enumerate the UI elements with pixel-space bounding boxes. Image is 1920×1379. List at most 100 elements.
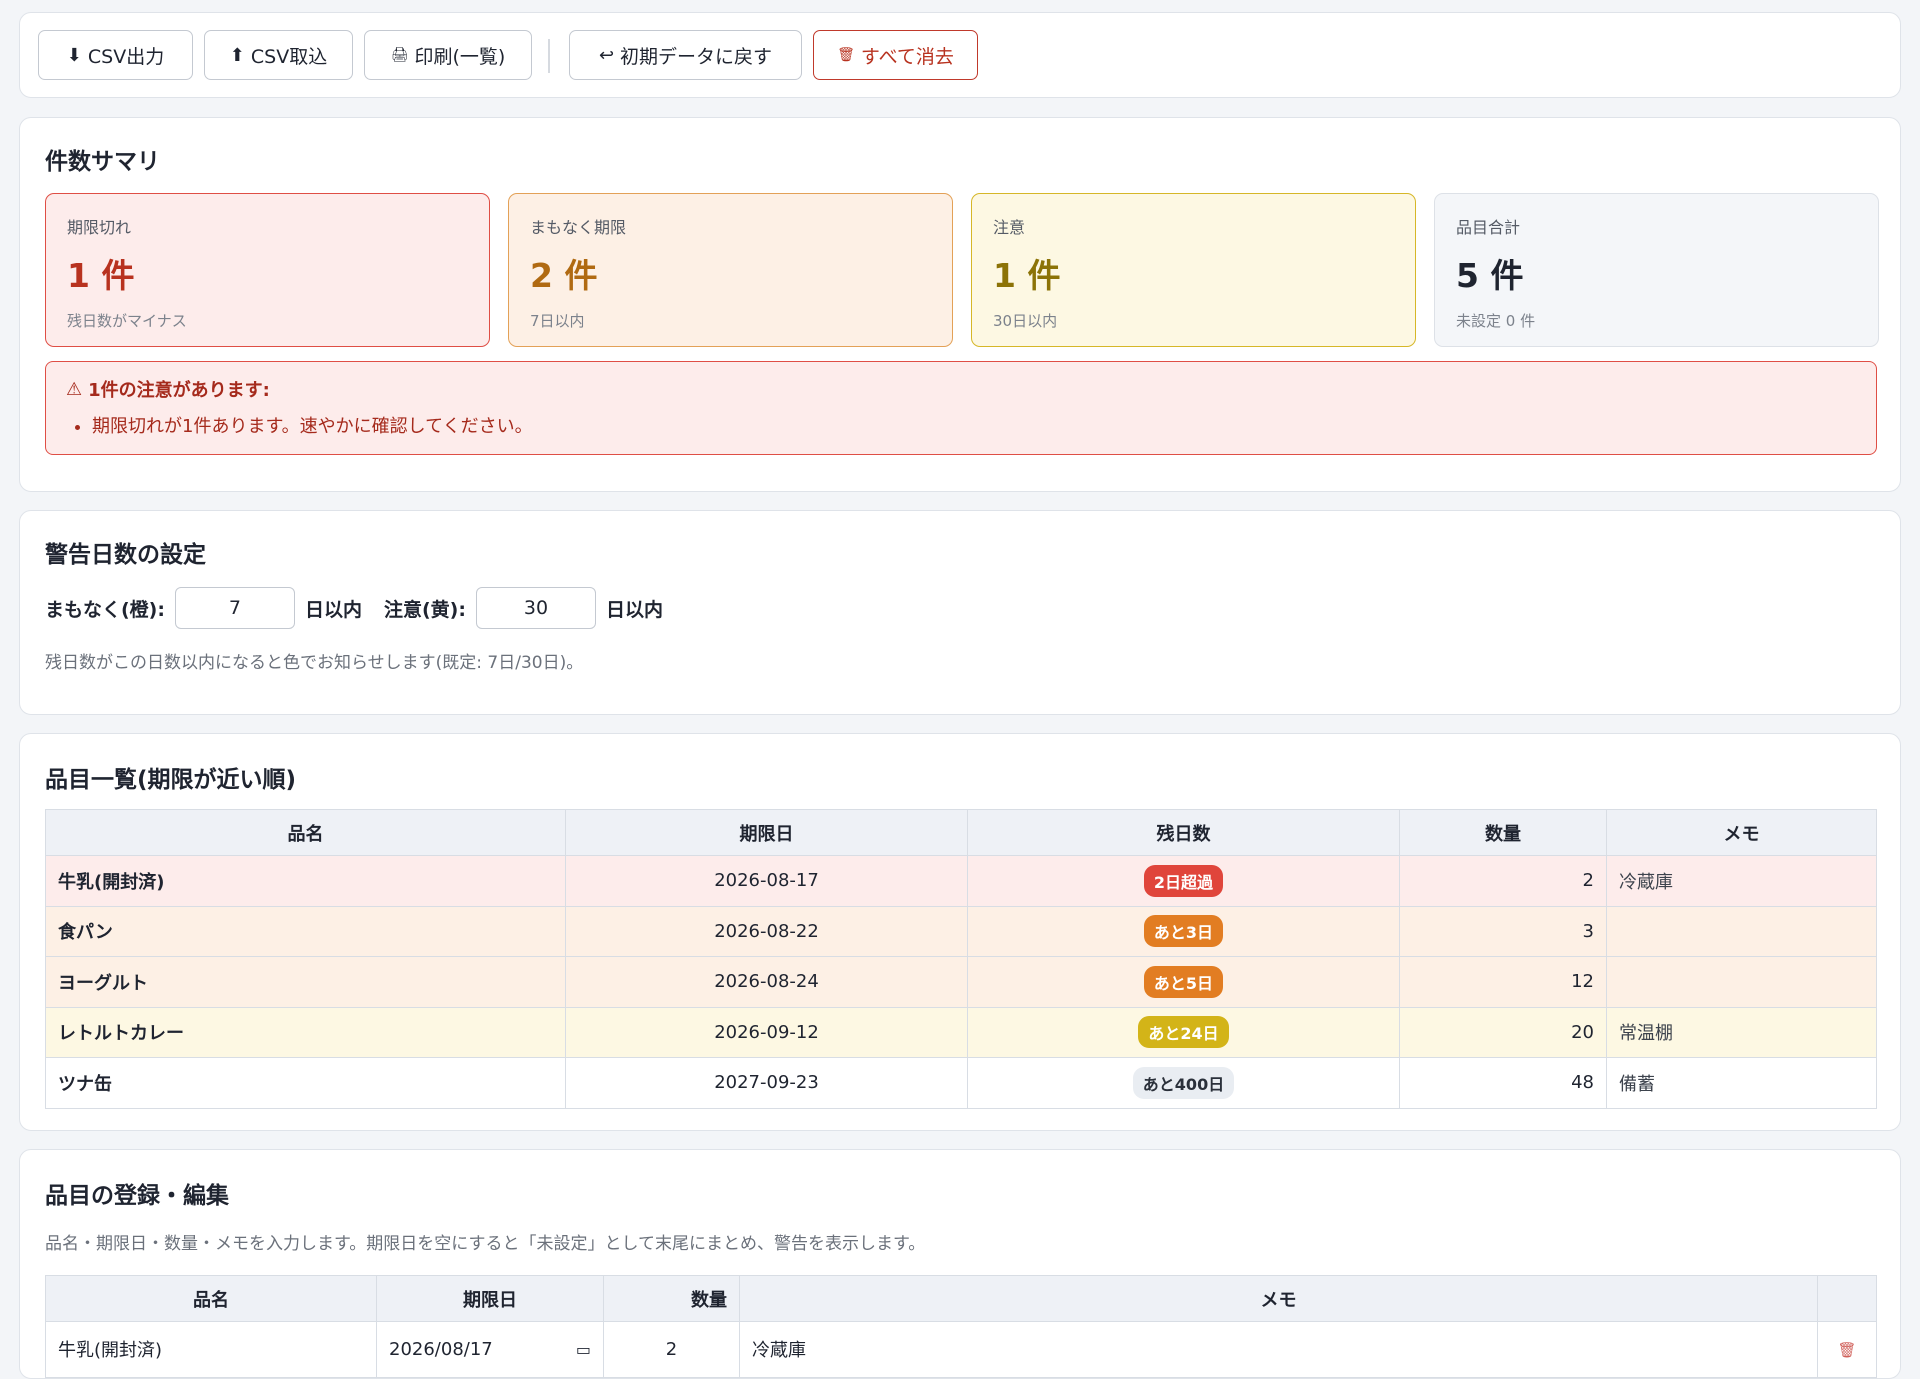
cell-name: ツナ缶 <box>45 1057 566 1109</box>
caution-threshold-input[interactable] <box>475 587 596 629</box>
status-badge: 2日超過 <box>1143 864 1224 897</box>
table-row[interactable]: レトルトカレー 2026-09-12 あと24日 20 常温棚 <box>45 1006 1877 1058</box>
cell-remain: あと3日 <box>967 905 1400 957</box>
undo-icon: ↩ <box>598 44 615 66</box>
reset-data-label: 初期データに戻す <box>620 45 773 68</box>
stat-expired: 期限切れ 1 件 残日数がマイナス <box>45 193 490 347</box>
stat-total-value: 5 件 <box>1456 256 1524 295</box>
table-row[interactable]: ヨーグルト 2026-08-24 あと5日 12 <box>45 956 1877 1008</box>
col-header-qty[interactable]: 数量 <box>1399 809 1607 856</box>
cell-memo <box>1606 956 1877 1008</box>
edit-col-date: 期限日 <box>376 1275 604 1322</box>
cell-memo <box>1606 905 1877 957</box>
trash-icon: 🗑 <box>837 47 855 63</box>
table-header-row: 品名 期限日 残日数 数量 メモ <box>45 809 1877 856</box>
summary-panel: 件数サマリ 期限切れ 1 件 残日数がマイナス まもなく期限 2 件 7日以内 … <box>19 117 1901 492</box>
table-row[interactable]: ツナ缶 2027-09-23 あと400日 48 備蓄 <box>45 1057 1877 1109</box>
edit-row: ▭ 🗑 <box>45 1321 1877 1378</box>
edit-memo-input[interactable] <box>752 1338 1805 1360</box>
edit-col-name: 品名 <box>45 1275 377 1322</box>
cell-date: 2026-09-12 <box>565 1006 968 1058</box>
edit-cell-actions: 🗑 <box>1817 1321 1877 1378</box>
edit-cell-name <box>45 1321 377 1378</box>
settings-panel: 警告日数の設定 まもなく(橙): 日以内 注意(黄): 日以内 残日数がこの日数… <box>19 510 1901 715</box>
cell-qty: 2 <box>1399 855 1607 907</box>
print-label: 印刷(一覧) <box>414 45 506 68</box>
edit-cell-memo <box>739 1321 1818 1378</box>
cell-memo: 常温棚 <box>1606 1006 1877 1058</box>
cell-qty: 20 <box>1399 1006 1607 1058</box>
cell-date: 2026-08-17 <box>565 855 968 907</box>
cell-date: 2027-09-23 <box>565 1057 968 1109</box>
cell-remain: あと400日 <box>967 1057 1400 1109</box>
print-button[interactable]: 🖨 印刷(一覧) <box>364 30 532 80</box>
edit-cell-qty <box>603 1321 740 1378</box>
alert-item: 期限切れが1件あります。速やかに確認してください。 <box>92 412 1856 438</box>
col-header-date[interactable]: 期限日 <box>565 809 968 856</box>
cell-name: 牛乳(開封済) <box>45 855 566 907</box>
settings-note: 残日数がこの日数以内になると色でお知らせします(既定: 7日/30日)。 <box>45 653 584 673</box>
summary-title: 件数サマリ <box>45 149 160 175</box>
edit-header-row: 品名 期限日 数量 メモ <box>45 1275 1877 1322</box>
col-header-memo[interactable]: メモ <box>1606 809 1877 856</box>
cell-remain: あと24日 <box>967 1006 1400 1058</box>
clear-all-label: すべて消去 <box>860 45 954 68</box>
stat-total: 品目合計 5 件 未設定 0 件 <box>1434 193 1879 347</box>
toolbar: ⬇ CSV出力 ⬆ CSV取込 🖨 印刷(一覧) ↩ 初期データに戻す 🗑 すべ… <box>19 12 1901 98</box>
threshold-row: まもなく(橙): 日以内 注意(黄): 日以内 <box>45 587 663 629</box>
edit-col-qty: 数量 <box>603 1275 740 1322</box>
stat-expired-value: 1 件 <box>67 256 135 295</box>
edit-name-input[interactable] <box>58 1338 364 1360</box>
edit-note: 品名・期限日・数量・メモを入力します。期限日を空にすると「未設定」として末尾にま… <box>45 1234 926 1254</box>
cell-memo: 冷蔵庫 <box>1606 855 1877 907</box>
toolbar-divider <box>548 39 550 73</box>
edit-title: 品目の登録・編集 <box>45 1183 229 1209</box>
cell-memo: 備蓄 <box>1606 1057 1877 1109</box>
soon-unit-label: 日以内 <box>304 598 362 621</box>
soon-threshold-input[interactable] <box>174 587 295 629</box>
stat-expired-sub: 残日数がマイナス <box>67 312 187 330</box>
warning-icon: ⚠ <box>66 378 83 400</box>
stat-caution-label: 注意 <box>993 218 1026 237</box>
delete-row-icon[interactable]: 🗑 <box>1837 1341 1856 1359</box>
cell-date: 2026-08-24 <box>565 956 968 1008</box>
status-badge: あと5日 <box>1143 965 1224 998</box>
caution-threshold-label: 注意(黄): <box>383 598 466 621</box>
cell-name: レトルトカレー <box>45 1006 566 1058</box>
cell-remain: 2日超過 <box>967 855 1400 907</box>
warning-alert: ⚠ 1件の注意があります: 期限切れが1件あります。速やかに確認してください。 <box>45 361 1877 455</box>
caution-unit-label: 日以内 <box>605 598 663 621</box>
edit-date-input[interactable] <box>389 1339 539 1360</box>
stat-total-label: 品目合計 <box>1456 218 1521 237</box>
csv-export-button[interactable]: ⬇ CSV出力 <box>38 30 193 80</box>
alert-title: 1件の注意があります: <box>88 380 270 401</box>
table-row[interactable]: 牛乳(開封済) 2026-08-17 2日超過 2 冷蔵庫 <box>45 855 1877 907</box>
status-badge: あと24日 <box>1138 1016 1229 1049</box>
reset-data-button[interactable]: ↩ 初期データに戻す <box>569 30 802 80</box>
col-header-remain[interactable]: 残日数 <box>967 809 1400 856</box>
calendar-icon[interactable]: ▭ <box>576 1340 591 1359</box>
alert-list: 期限切れが1件あります。速やかに確認してください。 <box>92 412 1856 438</box>
csv-import-button[interactable]: ⬆ CSV取込 <box>204 30 353 80</box>
stat-soon-value: 2 件 <box>530 256 598 295</box>
status-badge: あと400日 <box>1132 1066 1235 1099</box>
cell-date: 2026-08-22 <box>565 905 968 957</box>
edit-col-actions <box>1817 1275 1877 1322</box>
item-list-panel: 品目一覧(期限が近い順) 品名 期限日 残日数 数量 メモ 牛乳(開封済) 20… <box>19 733 1901 1131</box>
cell-qty: 3 <box>1399 905 1607 957</box>
csv-import-label: CSV取込 <box>250 45 328 68</box>
col-header-name[interactable]: 品名 <box>45 809 566 856</box>
cell-qty: 48 <box>1399 1057 1607 1109</box>
cell-remain: あと5日 <box>967 956 1400 1008</box>
stat-soon-sub: 7日以内 <box>530 312 585 330</box>
cell-name: ヨーグルト <box>45 956 566 1008</box>
stat-caution: 注意 1 件 30日以内 <box>971 193 1416 347</box>
clear-all-button[interactable]: 🗑 すべて消去 <box>813 30 978 80</box>
edit-qty-input[interactable] <box>616 1339 727 1360</box>
stat-soon-label: まもなく期限 <box>530 218 627 237</box>
table-row[interactable]: 食パン 2026-08-22 あと3日 3 <box>45 905 1877 957</box>
stat-caution-sub: 30日以内 <box>993 312 1058 330</box>
item-table: 品名 期限日 残日数 数量 メモ 牛乳(開封済) 2026-08-17 2日超過… <box>45 809 1877 1109</box>
cell-qty: 12 <box>1399 956 1607 1008</box>
list-title: 品目一覧(期限が近い順) <box>45 767 297 793</box>
